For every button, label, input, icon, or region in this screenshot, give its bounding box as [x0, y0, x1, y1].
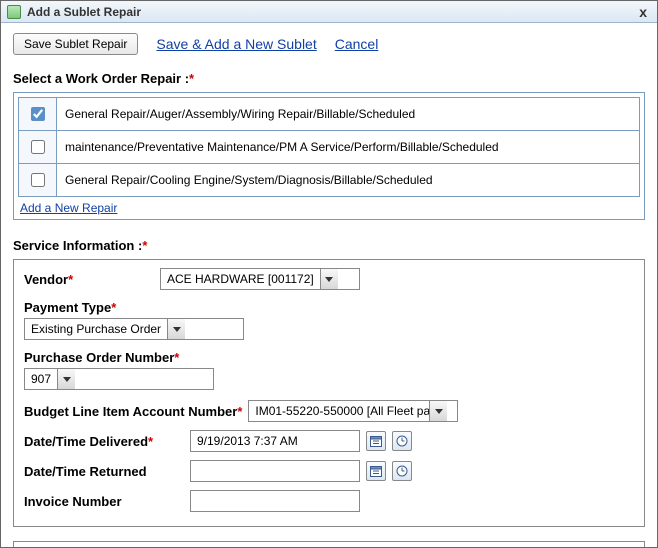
save-add-new-link[interactable]: Save & Add a New Sublet [156, 36, 316, 52]
returned-input[interactable] [190, 460, 360, 482]
titlebar: Add a Sublet Repair x [1, 1, 657, 23]
required-asterisk: * [111, 300, 116, 315]
calendar-icon[interactable] [366, 461, 386, 481]
content-area: Save Sublet Repair Save & Add a New Subl… [1, 23, 657, 547]
delivered-input[interactable] [190, 430, 360, 452]
invoice-row: Invoice Number [24, 490, 634, 512]
repair-label: maintenance/Preventative Maintenance/PM … [57, 131, 640, 164]
table-row[interactable]: General Repair/Cooling Engine/System/Dia… [19, 164, 640, 197]
required-asterisk: * [148, 434, 153, 449]
cancel-link[interactable]: Cancel [335, 36, 379, 52]
cost-panel: Cost Information : [13, 541, 645, 547]
payment-type-label: Payment Type* [24, 300, 634, 315]
dialog: Add a Sublet Repair x Save Sublet Repair… [0, 0, 658, 548]
clock-icon[interactable] [392, 431, 412, 451]
delivered-label: Date/Time Delivered* [24, 434, 184, 449]
service-heading-text: Service Information : [13, 238, 142, 253]
payment-type-label-text: Payment Type [24, 300, 111, 315]
budget-row: Budget Line Item Account Number* IM01-55… [24, 400, 634, 422]
returned-row: Date/Time Returned [24, 460, 634, 482]
budget-label-text: Budget Line Item Account Number [24, 404, 237, 419]
chevron-down-icon[interactable] [429, 401, 447, 421]
repair-checkbox[interactable] [31, 107, 45, 121]
repair-checkbox[interactable] [31, 173, 45, 187]
payment-type-value: Existing Purchase Order [25, 322, 167, 336]
budget-value: IM01-55220-550000 [All Fleet part [249, 404, 429, 418]
po-number-value: 907 [25, 372, 57, 386]
service-heading: Service Information :* [13, 238, 645, 253]
delivered-row: Date/Time Delivered* [24, 430, 634, 452]
returned-label: Date/Time Returned [24, 464, 184, 479]
budget-label: Budget Line Item Account Number* [24, 404, 242, 419]
close-button[interactable]: x [635, 4, 651, 20]
vendor-row: Vendor* ACE HARDWARE [001172] [24, 268, 634, 290]
window-icon [7, 5, 21, 19]
repair-heading-text: Select a Work Order Repair : [13, 71, 189, 86]
repair-heading: Select a Work Order Repair :* [13, 71, 645, 86]
save-sublet-button[interactable]: Save Sublet Repair [13, 33, 138, 55]
invoice-label: Invoice Number [24, 494, 184, 509]
po-number-select[interactable]: 907 [24, 368, 214, 390]
chevron-down-icon[interactable] [320, 269, 338, 289]
vendor-label: Vendor* [24, 272, 154, 287]
vendor-value: ACE HARDWARE [001172] [161, 272, 320, 286]
delivered-label-text: Date/Time Delivered [24, 434, 148, 449]
table-row[interactable]: maintenance/Preventative Maintenance/PM … [19, 131, 640, 164]
clock-icon[interactable] [392, 461, 412, 481]
toolbar: Save Sublet Repair Save & Add a New Subl… [13, 33, 645, 55]
table-row[interactable]: General Repair/Auger/Assembly/Wiring Rep… [19, 98, 640, 131]
required-asterisk: * [68, 272, 73, 287]
required-asterisk: * [174, 350, 179, 365]
chevron-down-icon[interactable] [167, 319, 185, 339]
service-panel: Vendor* ACE HARDWARE [001172] Payment Ty… [13, 259, 645, 527]
required-asterisk: * [237, 404, 242, 419]
po-number-label-text: Purchase Order Number [24, 350, 174, 365]
payment-type-select[interactable]: Existing Purchase Order [24, 318, 244, 340]
vendor-select[interactable]: ACE HARDWARE [001172] [160, 268, 360, 290]
calendar-icon[interactable] [366, 431, 386, 451]
vendor-label-text: Vendor [24, 272, 68, 287]
po-number-label: Purchase Order Number* [24, 350, 634, 365]
repair-label: General Repair/Auger/Assembly/Wiring Rep… [57, 98, 640, 131]
required-asterisk: * [142, 238, 147, 253]
repair-table: General Repair/Auger/Assembly/Wiring Rep… [18, 97, 640, 197]
repair-panel: General Repair/Auger/Assembly/Wiring Rep… [13, 92, 645, 220]
repair-label: General Repair/Cooling Engine/System/Dia… [57, 164, 640, 197]
budget-select[interactable]: IM01-55220-550000 [All Fleet part [248, 400, 458, 422]
add-repair-link[interactable]: Add a New Repair [20, 201, 117, 215]
window-title: Add a Sublet Repair [27, 5, 141, 19]
invoice-input[interactable] [190, 490, 360, 512]
repair-checkbox[interactable] [31, 140, 45, 154]
required-asterisk: * [189, 71, 194, 86]
chevron-down-icon[interactable] [57, 369, 75, 389]
